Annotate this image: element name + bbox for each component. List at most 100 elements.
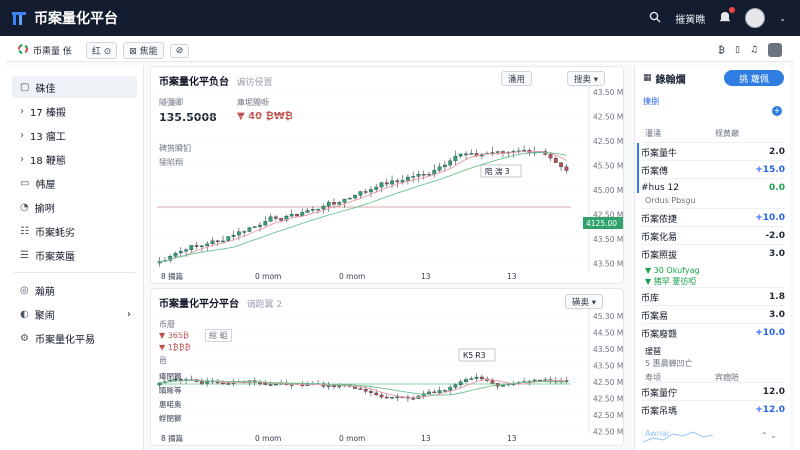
candle[interactable]: [474, 376, 479, 379]
candle[interactable]: [332, 385, 336, 388]
candle[interactable]: [538, 379, 542, 382]
candle[interactable]: [210, 240, 215, 245]
candle[interactable]: [437, 390, 442, 394]
candle[interactable]: [273, 383, 278, 386]
candle[interactable]: [194, 245, 199, 247]
watchlist-row[interactable]: 币案量牛 2.0: [641, 144, 785, 160]
sidebar-item-9[interactable]: ◎ 瀚萠: [12, 279, 137, 301]
filter-button[interactable]: ⊠ 焦能: [123, 42, 164, 59]
sidebar-item-7[interactable]: ☷ 币案蚝劣: [12, 220, 137, 242]
candle[interactable]: [363, 389, 368, 392]
candle[interactable]: [268, 384, 273, 386]
candle[interactable]: [268, 216, 273, 222]
add-watch-button[interactable]: 挑 蘿佩: [724, 70, 784, 86]
bell-icon[interactable]: [719, 7, 736, 26]
candle[interactable]: [368, 390, 373, 393]
watchlist-row[interactable]: 币案吊瑪 +12.0: [641, 402, 785, 418]
candle[interactable]: [337, 385, 342, 388]
candle[interactable]: [395, 180, 400, 183]
candle[interactable]: [321, 205, 326, 210]
candle[interactable]: [374, 392, 379, 396]
candle[interactable]: [379, 182, 384, 188]
candle[interactable]: [221, 240, 225, 243]
candle[interactable]: [427, 173, 431, 176]
small-avatar[interactable]: [768, 43, 782, 57]
watchlist-row[interactable]: 币案量佇 12.0: [641, 384, 785, 400]
candle[interactable]: [358, 191, 363, 196]
candle[interactable]: [258, 382, 262, 384]
dollar-icon[interactable]: ₿: [718, 45, 725, 56]
candle[interactable]: [300, 212, 305, 217]
candle[interactable]: [353, 195, 357, 199]
candle[interactable]: [411, 176, 416, 178]
sidebar-item-2[interactable]: › 17 榛摋: [12, 100, 137, 122]
candle[interactable]: [258, 224, 262, 227]
sidebar-item-5[interactable]: ▭ 帏屋: [12, 172, 137, 194]
candle[interactable]: [347, 197, 352, 200]
candle[interactable]: [226, 383, 231, 385]
candle[interactable]: [384, 182, 389, 185]
candle[interactable]: [363, 191, 368, 193]
candle[interactable]: [178, 250, 183, 254]
candle[interactable]: [247, 227, 252, 232]
watchlist-row[interactable]: 币案傅 +15.0: [641, 162, 785, 178]
candle[interactable]: [548, 154, 553, 159]
sidebar-item-4[interactable]: › 18 鞭態: [12, 148, 137, 170]
candle[interactable]: [236, 231, 241, 236]
candle[interactable]: [226, 236, 231, 242]
candle[interactable]: [400, 180, 405, 183]
candle[interactable]: [310, 209, 315, 211]
watchlist-row[interactable]: 币案廢赣 +10.0: [641, 325, 785, 341]
candle[interactable]: [522, 149, 526, 152]
watchlist-row[interactable]: 币案易 3.0: [641, 307, 785, 323]
candle[interactable]: [215, 240, 220, 243]
candle[interactable]: [305, 210, 310, 213]
watchlist-row[interactable]: 币案照拔 3.0: [641, 246, 785, 262]
candle[interactable]: [469, 153, 474, 155]
candle[interactable]: [411, 398, 416, 400]
candle[interactable]: [464, 379, 468, 382]
chevron-down-icon[interactable]: ⌄: [779, 14, 786, 23]
candle[interactable]: [564, 166, 569, 171]
user-name[interactable]: 摧黉瞧: [675, 11, 705, 26]
candle[interactable]: [379, 394, 384, 398]
candle[interactable]: [221, 382, 225, 385]
breadcrumb[interactable]: 币熏量 伥: [18, 44, 72, 57]
candle[interactable]: [200, 245, 204, 248]
candle[interactable]: [295, 214, 299, 217]
candle[interactable]: [495, 151, 500, 153]
candle[interactable]: [458, 381, 463, 385]
watchlist-row[interactable]: #hus 12 0.0: [641, 180, 785, 196]
candle[interactable]: [189, 245, 194, 250]
candle[interactable]: [184, 249, 189, 252]
link-button[interactable]: ⊘: [169, 43, 190, 58]
candle[interactable]: [231, 234, 236, 237]
candle[interactable]: [279, 218, 283, 221]
candle[interactable]: [205, 381, 210, 384]
candle[interactable]: [205, 243, 210, 246]
candle[interactable]: [532, 379, 537, 382]
main-candlestick-chart[interactable]: 43.50 M42.50 M42.50 M45.50 M45.00 M42.50…: [151, 67, 625, 285]
candle[interactable]: [432, 169, 437, 175]
candle[interactable]: [390, 396, 394, 399]
lower-candlestick-chart[interactable]: 45.30 M 44.50 M 43.50 M 43.50 M 42.50 M 42.50…: [151, 289, 625, 447]
candle[interactable]: [469, 378, 474, 380]
candle[interactable]: [553, 157, 558, 163]
candle[interactable]: [384, 396, 389, 399]
sidebar-item-10[interactable]: ◐ 聚闹 ›: [12, 303, 137, 325]
sidebar-item-3[interactable]: › 13 瘤工: [12, 124, 137, 146]
candle[interactable]: [421, 173, 426, 176]
candle[interactable]: [252, 226, 257, 228]
candle[interactable]: [405, 176, 410, 181]
candle[interactable]: [443, 164, 447, 167]
candle[interactable]: [458, 153, 463, 157]
candle[interactable]: [368, 189, 373, 193]
candle[interactable]: [337, 202, 342, 205]
candle[interactable]: [200, 381, 204, 384]
candle[interactable]: [490, 152, 495, 154]
candle[interactable]: [242, 231, 247, 233]
sidebar-item-6[interactable]: ◔ 揄咧: [12, 196, 137, 218]
candle[interactable]: [316, 208, 320, 211]
candle[interactable]: [263, 221, 268, 226]
add-circle-icon[interactable]: +: [772, 106, 782, 116]
